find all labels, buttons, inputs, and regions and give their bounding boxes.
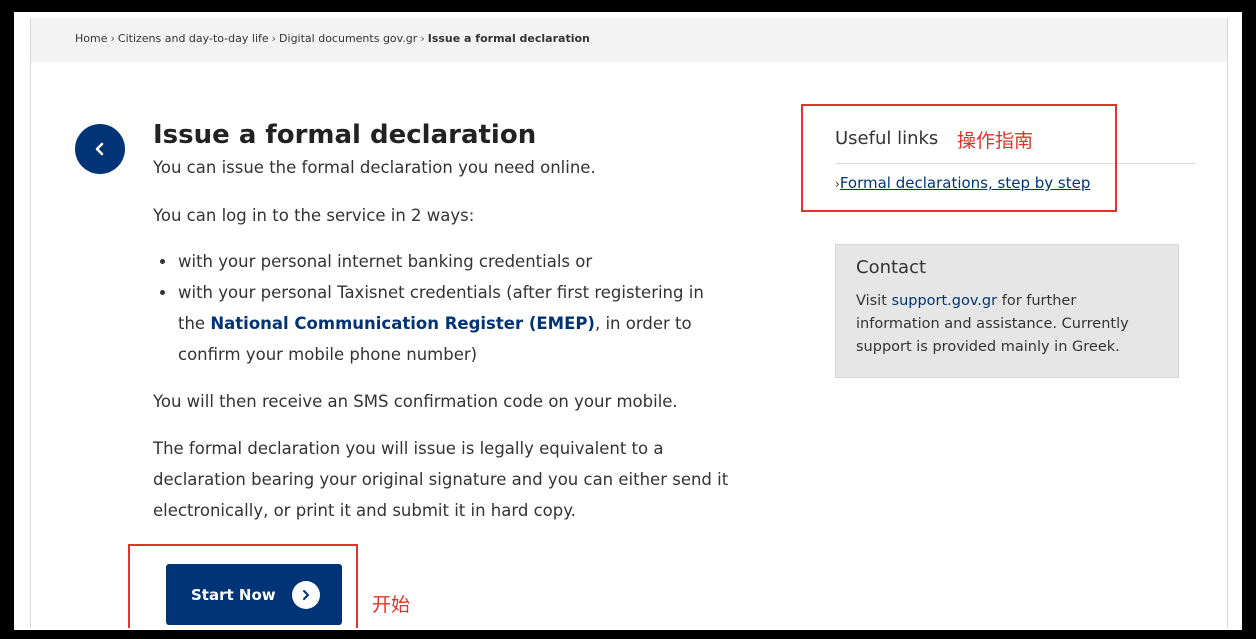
intro-text: You can issue the formal declaration you… [153, 158, 596, 177]
sms-text: You will then receive an SMS confirmatio… [153, 392, 678, 411]
legal-text: The formal declaration you will issue is… [153, 439, 729, 520]
list-item: with your personal internet banking cred… [160, 246, 733, 277]
emep-link[interactable]: National Communication Register (EMEP) [210, 314, 595, 333]
list-item: with your personal Taxisnet credentials … [160, 277, 733, 370]
back-button[interactable] [75, 124, 125, 174]
contact-panel: Contact Visit support.gov.gr for further… [835, 244, 1179, 378]
chevron-left-icon [95, 142, 104, 156]
breadcrumb-home[interactable]: Home [75, 32, 107, 45]
breadcrumb-current: Issue a formal declaration [427, 32, 590, 45]
annotation-box-start [128, 544, 358, 628]
breadcrumb-separator: › [271, 32, 277, 45]
breadcrumb-separator: › [420, 32, 425, 45]
login-ways-list: with your personal internet banking cred… [153, 246, 733, 370]
breadcrumb: Home › Citizens and day-to-day life › Digita… [31, 18, 1227, 62]
breadcrumb-separator: › [110, 32, 115, 45]
login-intro-text: You can log in to the service in 2 ways: [153, 206, 475, 225]
breadcrumb-digital-documents[interactable]: Digital documents gov.gr [279, 32, 417, 45]
annotation-box-useful-links [801, 104, 1117, 212]
page: Home › Citizens and day-to-day life › Digita… [30, 18, 1228, 628]
contact-title: Contact [856, 257, 927, 278]
contact-text-start: Visit [856, 293, 892, 309]
annotation-start-text: 开始 [372, 594, 411, 616]
page-title: Issue a formal declaration [153, 120, 537, 150]
main-content: Issue a formal declaration You can issue… [153, 118, 733, 526]
breadcrumb-citizens[interactable]: Citizens and day-to-day life [118, 32, 269, 45]
support-link[interactable]: support.gov.gr [892, 293, 998, 309]
contact-body: Visit support.gov.gr for further informa… [856, 290, 1158, 359]
annotation-guide-text: 操作指南 [957, 130, 1034, 152]
way-banking-text: with your personal internet banking cred… [178, 252, 593, 271]
